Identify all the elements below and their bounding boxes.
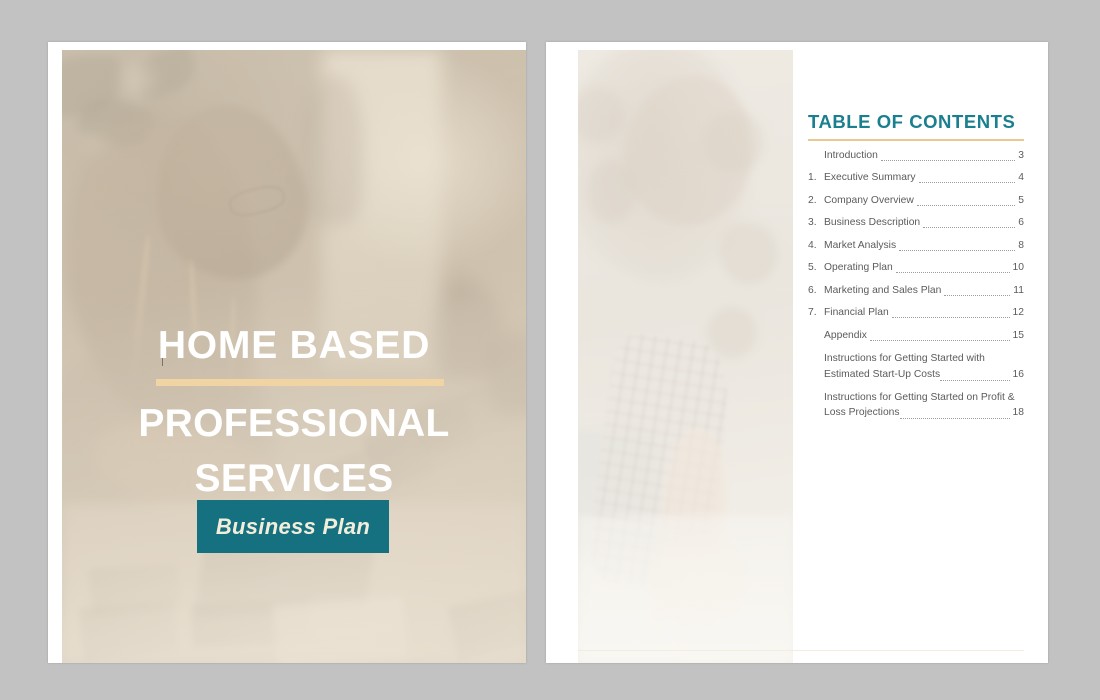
toc-sub-entry[interactable]: Instructions for Getting Started on Prof… — [824, 390, 1024, 421]
toc-sub-entry[interactable]: Instructions for Getting Started with Est… — [824, 351, 1024, 382]
toc-leader-dots — [899, 239, 1016, 251]
toc-entry[interactable]: 4. Market Analysis 8 — [808, 239, 1024, 253]
toc-entry-page-number: 15 — [1012, 329, 1024, 341]
toc-leader-dots — [895, 261, 1010, 274]
toc-sub-entry-label-line-2: Loss Projections — [824, 407, 900, 419]
toc-entry-number: 5. — [808, 262, 817, 274]
toc-leader-dots — [880, 149, 1016, 161]
toc-leader-dots — [899, 407, 1010, 419]
toc-entry-label: Business Description — [824, 217, 921, 229]
toc-leader-dots — [891, 306, 1010, 319]
toc-entry-page-number: 3 — [1018, 149, 1024, 161]
toc-entry-number: 2. — [808, 194, 817, 206]
cover-title-line-2: PROFESSIONAL SERVICES — [138, 402, 450, 501]
toc-leader-dots — [918, 171, 1016, 184]
toc-heading: TABLE OF CONTENTS — [808, 111, 1016, 132]
document-viewport: HOME BASED PROFESSIONAL SERVICES Busines… — [0, 0, 1100, 700]
cover-title-line-1: HOME BASED — [157, 324, 431, 367]
toc-entry-page-number: 11 — [1013, 284, 1024, 296]
toc-entry-number: 4. — [808, 239, 817, 251]
toc-panel: TABLE OF CONTENTS Introduction 3 1. Executi… — [808, 111, 1024, 428]
toc-entry-label: Company Overview — [824, 194, 914, 206]
toc-leader-dots — [916, 194, 1016, 206]
toc-leader-dots — [944, 284, 1011, 296]
toc-entry-number: 7. — [808, 307, 817, 319]
toc-sub-entry-page-number: 18 — [1012, 407, 1024, 419]
toc-leader-dots — [923, 216, 1016, 229]
cover-photo: HOME BASED PROFESSIONAL SERVICES Busines… — [62, 50, 526, 663]
toc-photo — [578, 50, 793, 663]
toc-entry-label: Financial Plan — [824, 307, 889, 319]
toc-entry[interactable]: Appendix 15 — [808, 329, 1024, 343]
toc-entry-label: Operating Plan — [824, 262, 893, 274]
toc-footer-rule — [578, 650, 1024, 651]
toc-entry-label: Executive Summary — [824, 172, 916, 184]
toc-sub-entry-label-line-2: Estimated Start-Up Costs — [824, 368, 941, 380]
toc-entry-label: Appendix — [824, 329, 867, 341]
toc-entry[interactable]: 6. Marketing and Sales Plan 11 — [808, 284, 1024, 298]
toc-heading-rule — [808, 139, 1024, 141]
toc-entry-number: 6. — [808, 284, 817, 296]
toc-entry-label: Introduction — [824, 149, 878, 161]
toc-entry-page-number: 4 — [1018, 172, 1024, 184]
cover-page[interactable]: HOME BASED PROFESSIONAL SERVICES Busines… — [48, 42, 526, 663]
toc-sub-entry-page-number: 16 — [1012, 368, 1024, 380]
business-plan-badge: Business Plan — [197, 500, 389, 553]
toc-entry-page-number: 12 — [1012, 307, 1024, 319]
toc-entry[interactable]: Introduction 3 — [808, 149, 1024, 163]
toc-entry-page-number: 10 — [1012, 262, 1024, 274]
business-plan-badge-label: Business Plan — [215, 513, 371, 539]
toc-entry-page-number: 5 — [1018, 194, 1024, 206]
toc-entry-page-number: 6 — [1018, 217, 1024, 229]
toc-leader-dots — [869, 329, 1010, 341]
toc-photo-overlay — [578, 50, 793, 663]
toc-entry[interactable]: 5. Operating Plan 10 — [808, 261, 1024, 275]
toc-entry-number: 3. — [808, 217, 817, 229]
cover-text-block: HOME BASED PROFESSIONAL SERVICES Busines… — [62, 50, 526, 663]
toc-leader-dots — [940, 369, 1010, 381]
toc-entry[interactable]: 3. Business Description 6 — [808, 216, 1024, 230]
toc-entry-page-number: 8 — [1018, 239, 1024, 251]
toc-entry-label: Market Analysis — [824, 239, 897, 251]
cover-accent-rule — [156, 379, 444, 386]
toc-sub-entry-label-line-1: Instructions for Getting Started with — [824, 353, 985, 365]
toc-entry-list: Introduction 3 1. Executive Summary 4 2. Compa… — [808, 149, 1024, 421]
toc-entry[interactable]: 1. Executive Summary 4 — [808, 171, 1024, 185]
toc-entry-number: 1. — [808, 172, 817, 184]
toc-entry[interactable]: 2. Company Overview 5 — [808, 194, 1024, 208]
toc-entry[interactable]: 7. Financial Plan 12 — [808, 306, 1024, 320]
table-of-contents-page[interactable]: TABLE OF CONTENTS Introduction 3 1. Executi… — [546, 42, 1048, 663]
toc-sub-entry-label-line-1: Instructions for Getting Started on Prof… — [824, 391, 1015, 403]
toc-entry-label: Marketing and Sales Plan — [824, 284, 942, 296]
